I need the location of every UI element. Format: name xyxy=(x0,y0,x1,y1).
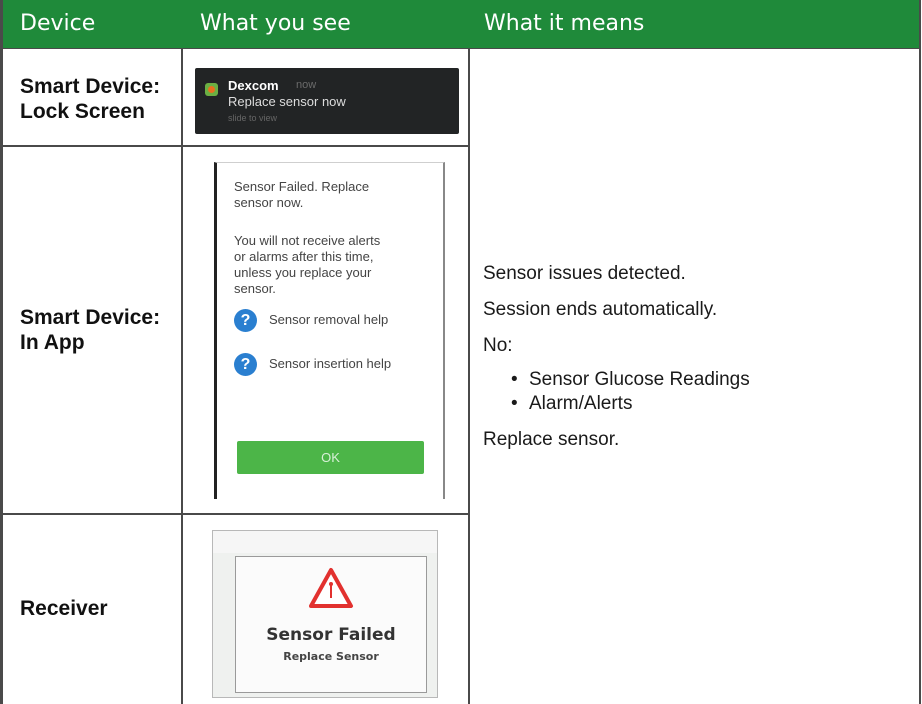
table-border-right xyxy=(919,0,921,704)
help-link-label: Sensor insertion help xyxy=(269,356,392,371)
dialog-body: You will not receive alerts or alarms af… xyxy=(234,233,424,297)
table-border-left xyxy=(0,0,3,704)
row-label-line: Lock Screen xyxy=(20,100,145,123)
header-device: Device xyxy=(20,11,96,36)
meaning-line: Session ends automatically. xyxy=(483,299,718,320)
row-label-line: Smart Device: xyxy=(20,75,161,98)
meaning-line: Replace sensor. xyxy=(483,429,620,450)
dialog-title: Sensor Failed. Replace sensor now. xyxy=(234,179,424,211)
receiver-alert-title: Sensor Failed xyxy=(266,625,396,645)
ok-button[interactable]: OK xyxy=(237,441,424,474)
notification-slide-hint: slide to view xyxy=(228,113,278,123)
notification-message: Replace sensor now xyxy=(228,94,346,109)
header-divider xyxy=(0,48,921,49)
receiver-status-bar xyxy=(213,531,437,553)
meaning-line: Sensor issues detected. xyxy=(483,263,686,284)
receiver-screen: 4:53 AM Sensor Failed Replace Sensor xyxy=(212,530,438,698)
dialog-title-line: sensor now. xyxy=(234,195,304,210)
receiver-alert-subtitle: Replace Sensor xyxy=(283,650,379,663)
row-label-line: Receiver xyxy=(20,597,108,620)
dexcom-app-icon xyxy=(205,83,218,96)
row-divider-2 xyxy=(0,513,470,515)
dialog-body-line: You will not receive alerts xyxy=(234,233,381,248)
lock-screen-notification[interactable]: Dexcom now Replace sensor now slide to v… xyxy=(195,68,459,134)
row-label-receiver: Receiver xyxy=(20,596,108,621)
row-label-lock-screen: Smart Device: Lock Screen xyxy=(20,74,160,124)
list-item: Sensor Glucose Readings xyxy=(511,368,903,392)
table-header: Device What you see What it means xyxy=(0,0,921,48)
row-label-in-app: Smart Device: In App xyxy=(20,305,160,355)
sensor-insertion-help-link[interactable]: ? Sensor insertion help xyxy=(234,353,434,377)
dialog-body-line: unless you replace your xyxy=(234,265,372,280)
dialog-body-line: sensor. xyxy=(234,281,276,296)
meaning-bullet-list: Sensor Glucose Readings Alarm/Alerts xyxy=(483,368,903,416)
row-label-line: In App xyxy=(20,331,85,354)
help-question-icon: ? xyxy=(234,309,257,332)
header-what-it-means: What it means xyxy=(484,11,645,36)
instruction-table: Device What you see What it means Smart … xyxy=(0,0,921,704)
meaning-text: Sensor issues detected. Session ends aut… xyxy=(483,262,903,464)
sensor-removal-help-link[interactable]: ? Sensor removal help xyxy=(234,309,434,333)
dialog-title-line: Sensor Failed. Replace xyxy=(234,179,370,194)
warning-triangle-icon xyxy=(309,568,353,608)
notification-app-name: Dexcom xyxy=(228,78,279,93)
receiver-alert-popup: Sensor Failed Replace Sensor xyxy=(235,556,427,693)
row-label-line: Smart Device: xyxy=(20,306,161,329)
help-link-label: Sensor removal help xyxy=(269,312,389,327)
notification-time: now xyxy=(296,79,317,91)
header-what-you-see: What you see xyxy=(200,11,351,36)
list-item: Alarm/Alerts xyxy=(511,392,903,416)
app-alert-dialog: Sensor Failed. Replace sensor now. You w… xyxy=(214,162,445,499)
meaning-line: No: xyxy=(483,335,513,356)
row-divider-1 xyxy=(0,145,470,147)
receiver-scale xyxy=(427,539,437,689)
help-question-icon: ? xyxy=(234,353,257,376)
dialog-body-line: or alarms after this time, xyxy=(234,249,374,264)
